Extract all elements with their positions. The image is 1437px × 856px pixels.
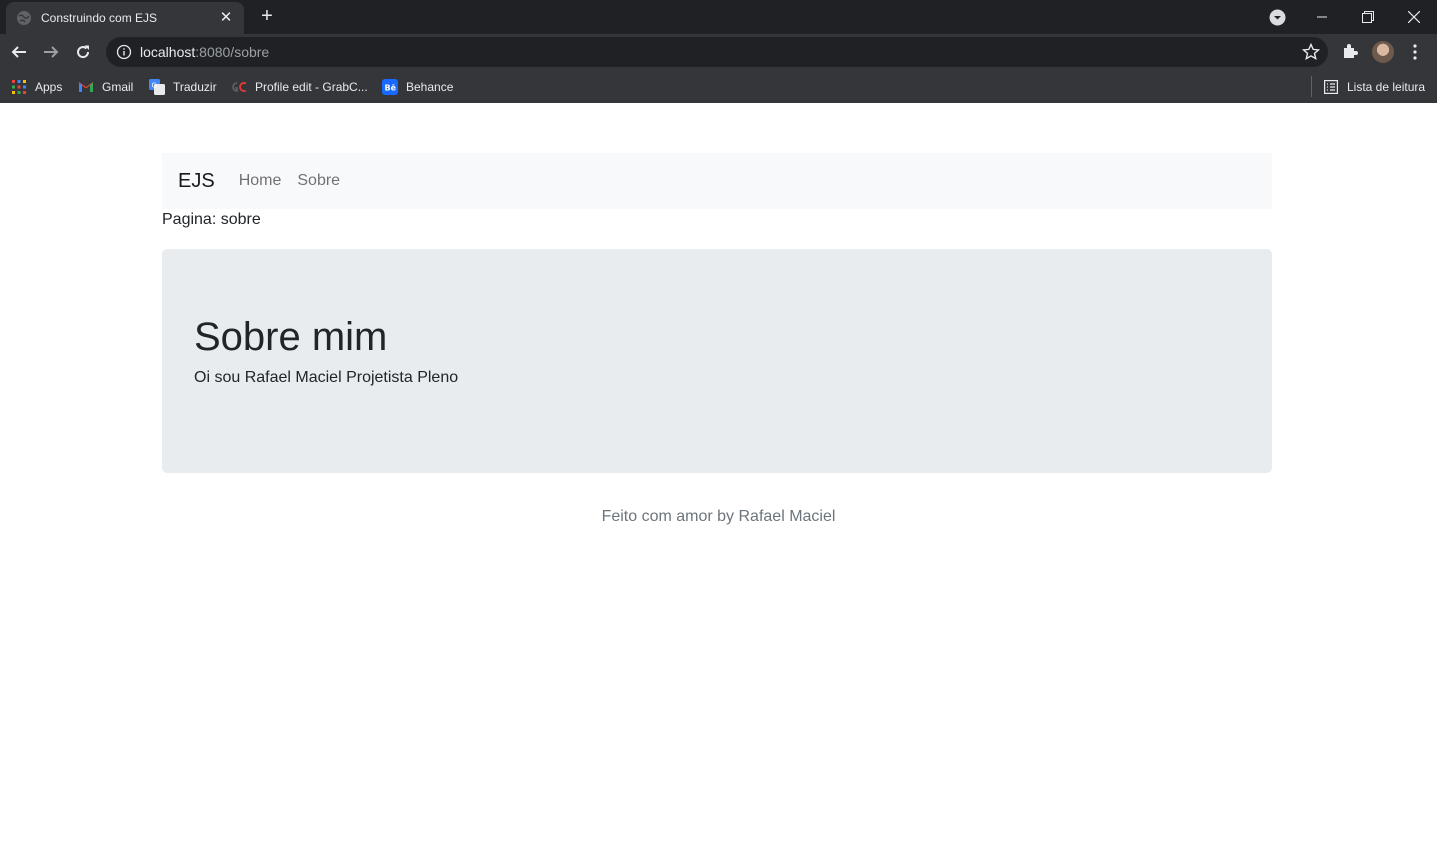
arrow-left-icon (11, 46, 26, 58)
tab-close-icon[interactable]: ✕ (218, 10, 234, 26)
close-icon (1408, 11, 1420, 23)
bookmark-grabcad[interactable]: Profile edit - GrabC... (231, 76, 368, 98)
extensions-puzzle-icon[interactable] (1341, 42, 1359, 60)
window-minimize-button[interactable] (1299, 0, 1345, 34)
browser-tab-bar: Construindo com EJS ✕ + (0, 0, 1437, 34)
nav-link-sobre[interactable]: Sobre (297, 172, 340, 190)
profile-avatar[interactable] (1372, 41, 1394, 63)
window-restore-button[interactable] (1345, 0, 1391, 34)
apps-grid-icon (11, 79, 27, 95)
arrow-right-icon (44, 46, 59, 58)
behance-icon: Bē (382, 79, 398, 95)
bookmark-label: Behance (406, 80, 454, 94)
bookmarks-separator (1311, 76, 1312, 97)
grabcad-icon (231, 79, 247, 95)
back-button[interactable] (7, 40, 31, 64)
site-info-icon[interactable] (116, 44, 132, 60)
bookmark-behance[interactable]: Bē Behance (382, 76, 453, 98)
tab-search-icon[interactable] (1269, 9, 1286, 26)
bookmark-star-icon[interactable] (1302, 43, 1320, 61)
page-title: Sobre mim (194, 315, 388, 359)
bookmark-label: Gmail (102, 80, 134, 94)
restore-icon (1362, 11, 1374, 23)
page-indicator: Pagina: sobre (162, 211, 261, 228)
browser-tab[interactable]: Construindo com EJS ✕ (6, 2, 244, 34)
nav-link-home[interactable]: Home (239, 172, 282, 190)
gmail-icon (78, 79, 94, 95)
page-content: EJS Home Sobre Pagina: sobre Sobre mim O… (0, 103, 1437, 856)
minimize-icon (1317, 16, 1327, 18)
footer-text: Feito com amor by Rafael Maciel (601, 508, 836, 525)
reading-list-button[interactable]: Lista de leitura (1323, 76, 1425, 98)
translate-icon: G (149, 79, 165, 95)
navbar-brand[interactable]: EJS (178, 170, 215, 193)
reading-list-label: Lista de leitura (1347, 80, 1426, 94)
bookmark-gmail[interactable]: Gmail (78, 76, 133, 98)
url-host: localhost (140, 44, 196, 60)
jumbotron: Sobre mim Oi sou Rafael Maciel Projetist… (162, 249, 1272, 473)
svg-text:G: G (152, 82, 157, 90)
globe-icon (17, 11, 31, 25)
bookmark-apps[interactable]: Apps (11, 76, 62, 98)
window-close-button[interactable] (1391, 0, 1437, 34)
tab-title: Construindo com EJS (41, 11, 158, 25)
bookmark-traduzir[interactable]: G Traduzir (149, 76, 217, 98)
bookmarks-bar: Apps Gmail G Traduzir Profile edit - Gra… (0, 70, 1437, 103)
forward-button[interactable] (39, 40, 63, 64)
reload-icon (77, 45, 90, 59)
bookmark-label: Traduzir (173, 80, 217, 94)
browser-toolbar: localhost:8080/sobre (0, 34, 1437, 70)
address-bar[interactable]: localhost:8080/sobre (106, 37, 1328, 67)
reading-list-icon (1323, 79, 1339, 95)
bookmark-label: Profile edit - GrabC... (255, 80, 368, 94)
about-text: Oi sou Rafael Maciel Projetista Pleno (194, 369, 459, 386)
svg-text:Bē: Bē (385, 84, 397, 93)
bookmark-label: Apps (35, 80, 63, 94)
url-path: :8080/sobre (195, 44, 270, 60)
navbar: EJS Home Sobre (162, 153, 1272, 209)
new-tab-button[interactable]: + (256, 6, 278, 28)
more-vertical-icon[interactable] (1406, 43, 1424, 61)
reload-button[interactable] (71, 40, 95, 64)
